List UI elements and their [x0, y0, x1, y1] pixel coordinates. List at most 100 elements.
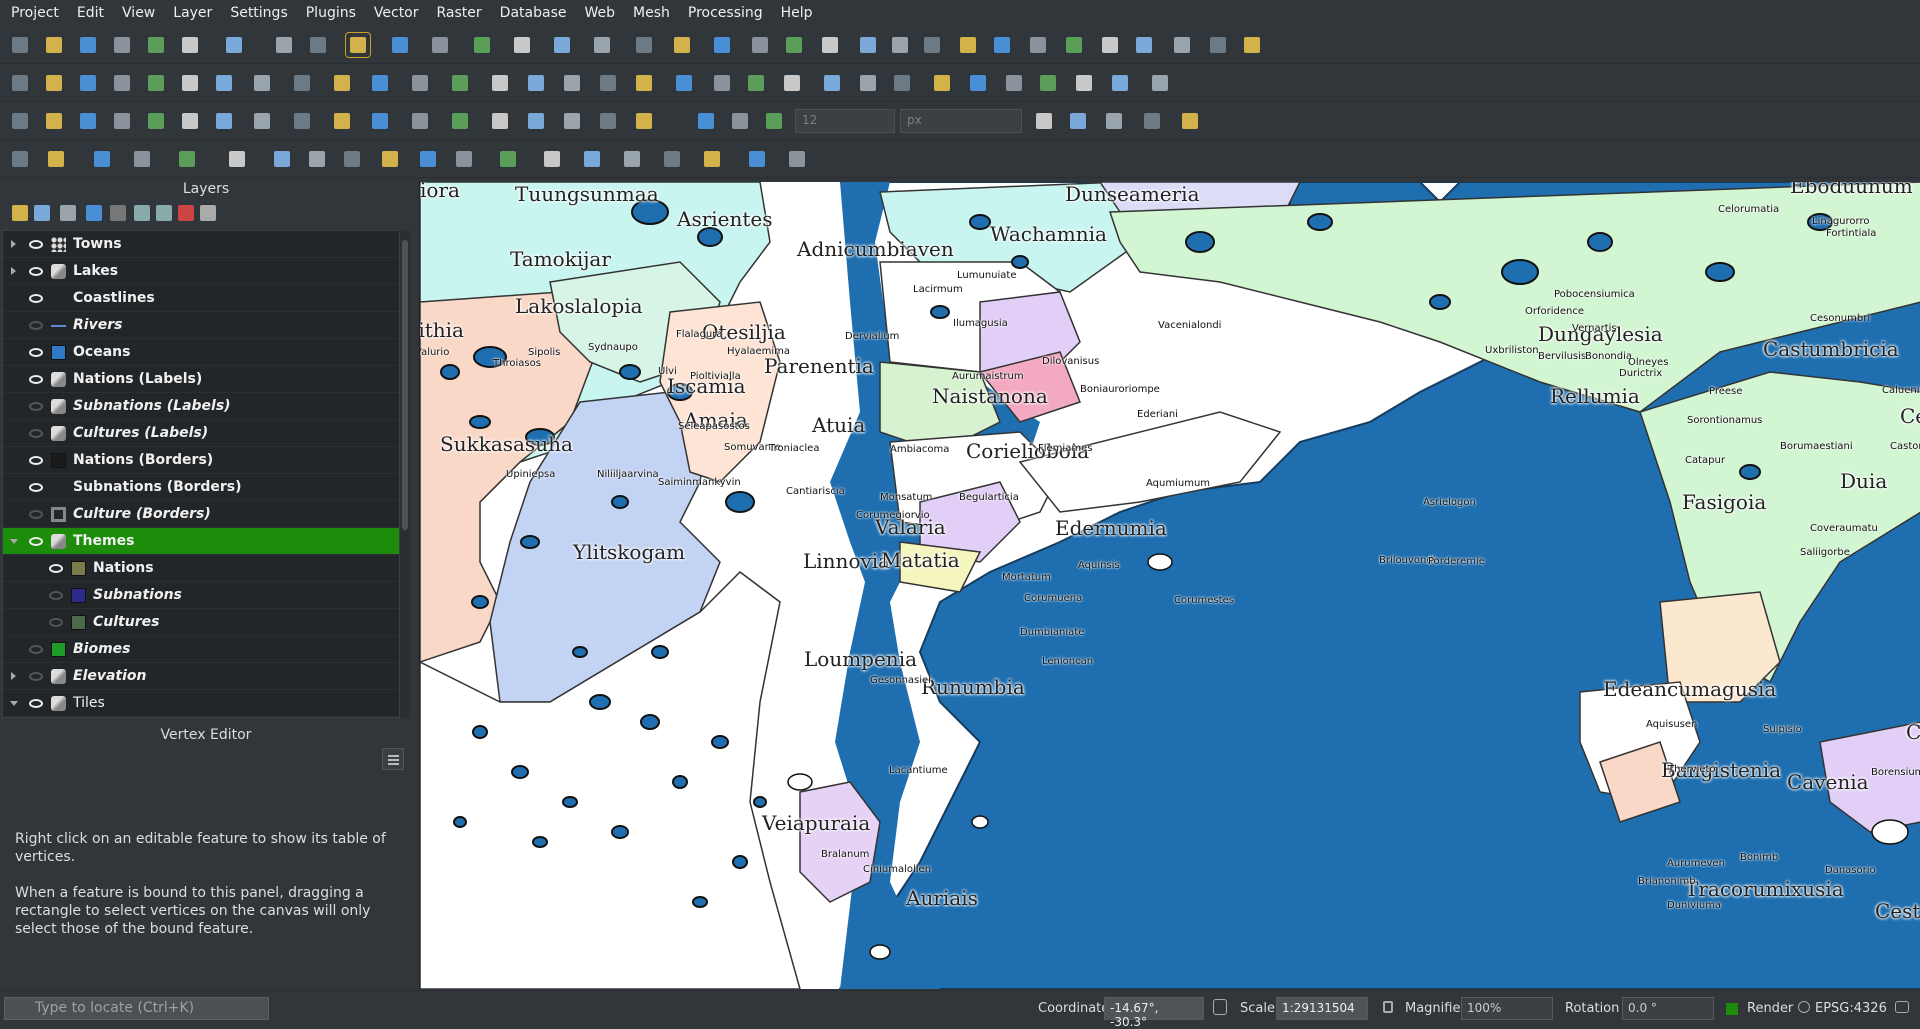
tb4-tool-button-12[interactable] — [496, 147, 520, 171]
tb4-tool-button-1[interactable] — [44, 147, 68, 171]
tb4-tool-button-10[interactable] — [416, 147, 440, 171]
layer-item-lakes[interactable]: Lakes — [3, 258, 399, 285]
tb2-tool-button-6[interactable] — [212, 71, 236, 95]
tb2-tool-button-20[interactable] — [744, 71, 768, 95]
tb1-tool-button-27[interactable] — [1026, 33, 1050, 57]
eye-visible-icon[interactable] — [29, 375, 43, 384]
layer-item-cultures[interactable]: Cultures — [3, 609, 399, 636]
tb4-tool-button-13[interactable] — [540, 147, 564, 171]
tb1-tool-button-32[interactable] — [1206, 33, 1230, 57]
tb3-tool-button-21[interactable] — [1032, 109, 1056, 133]
tb2-tool-button-16[interactable] — [596, 71, 620, 95]
map-canvas[interactable]: Tuungsunmaa Asrientes Dunseameria Eboduunum… — [419, 182, 1920, 989]
layer-item-tiles[interactable]: Tiles — [3, 690, 399, 717]
tb2-tool-button-22[interactable] — [820, 71, 844, 95]
layer-item-subnations-labels[interactable]: Subnations (Labels) — [3, 393, 399, 420]
tb2-tool-button-3[interactable] — [110, 71, 134, 95]
tb2-tool-button-14[interactable] — [524, 71, 548, 95]
layer-item-nations-borders[interactable]: Nations (Borders) — [3, 447, 399, 474]
tb3-tool-button-17[interactable] — [632, 109, 656, 133]
coordinate-field[interactable]: -14.67°, -30.3° — [1104, 997, 1204, 1029]
tb4-tool-button-18[interactable] — [745, 147, 769, 171]
menu-project[interactable]: Project — [2, 0, 68, 26]
tb1-tool-button-2[interactable] — [76, 33, 100, 57]
vertex-editor-menu-button[interactable] — [382, 748, 404, 770]
layer-tree-scrollbar[interactable] — [400, 230, 410, 718]
layer-item-subnations-borders[interactable]: Subnations (Borders) — [3, 474, 399, 501]
tb2-tool-button-27[interactable] — [1002, 71, 1026, 95]
tb1-tool-button-3[interactable] — [110, 33, 134, 57]
tb1-tool-button-26[interactable] — [990, 33, 1014, 57]
tb2-tool-button-2[interactable] — [76, 71, 100, 95]
tb2-tool-button-7[interactable] — [250, 71, 274, 95]
magnifier-spinbox[interactable]: 100% — [1461, 997, 1553, 1020]
tb4-tool-button-17[interactable] — [700, 147, 724, 171]
eye-visible-icon[interactable] — [29, 537, 43, 546]
menu-web[interactable]: Web — [575, 0, 624, 26]
tb2-tool-button-4[interactable] — [144, 71, 168, 95]
tb1-tool-button-16[interactable] — [632, 33, 656, 57]
tb2-tool-button-25[interactable] — [930, 71, 954, 95]
layer-item-coastlines[interactable]: Coastlines — [3, 285, 399, 312]
tb3-tool-button-2[interactable] — [76, 109, 100, 133]
tb1-tool-button-30[interactable] — [1132, 33, 1156, 57]
tb3-tool-button-22[interactable] — [1066, 109, 1090, 133]
tb1-tool-button-23[interactable] — [888, 33, 912, 57]
tb1-tool-button-25[interactable] — [956, 33, 980, 57]
menu-settings[interactable]: Settings — [221, 0, 296, 26]
tb4-tool-button-9[interactable] — [378, 147, 402, 171]
tb4-tool-button-11[interactable] — [452, 147, 476, 171]
tb4-tool-button-2[interactable] — [90, 147, 114, 171]
tb1-tool-button-9[interactable] — [345, 32, 371, 58]
eye-visible-icon[interactable] — [29, 483, 43, 492]
layers-tool-button-7[interactable] — [178, 205, 194, 221]
tb1-tool-button-15[interactable] — [590, 33, 614, 57]
tb1-tool-button-0[interactable] — [8, 33, 32, 57]
tb2-tool-button-19[interactable] — [710, 71, 734, 95]
layer-item-elevation[interactable]: Elevation — [3, 663, 399, 690]
menu-layer[interactable]: Layer — [164, 0, 221, 26]
eye-hidden-icon[interactable] — [49, 618, 63, 627]
layer-item-culture-borders[interactable]: Culture (Borders) — [3, 501, 399, 528]
tb3-tool-button-11[interactable] — [408, 109, 432, 133]
tb3-tool-button-10[interactable] — [368, 109, 392, 133]
tb2-tool-button-5[interactable] — [178, 71, 202, 95]
tb1-tool-button-18[interactable] — [710, 33, 734, 57]
eye-visible-icon[interactable] — [29, 348, 43, 357]
tb3-tool-button-14[interactable] — [524, 109, 548, 133]
tb1-tool-button-28[interactable] — [1062, 33, 1086, 57]
eye-hidden-icon[interactable] — [29, 402, 43, 411]
tb4-tool-button-4[interactable] — [175, 147, 199, 171]
tb3-tool-button-18[interactable] — [694, 109, 718, 133]
layers-tool-button-2[interactable] — [60, 205, 76, 221]
layers-tool-button-4[interactable] — [110, 205, 126, 221]
collapse-arrow-icon[interactable] — [10, 539, 18, 544]
tb2-tool-button-13[interactable] — [488, 71, 512, 95]
locator-search-input[interactable]: Type to locate (Ctrl+K) — [4, 997, 269, 1020]
tb2-tool-button-29[interactable] — [1072, 71, 1096, 95]
tb1-tool-button-11[interactable] — [428, 33, 452, 57]
eye-hidden-icon[interactable] — [49, 591, 63, 600]
layer-item-nations[interactable]: Nations — [3, 555, 399, 582]
tb4-tool-button-7[interactable] — [305, 147, 329, 171]
eye-hidden-icon[interactable] — [29, 429, 43, 438]
tb2-tool-button-15[interactable] — [560, 71, 584, 95]
tb3-tool-button-23[interactable] — [1102, 109, 1126, 133]
layer-item-themes[interactable]: Themes — [3, 528, 399, 555]
tb3-tool-button-8[interactable] — [290, 109, 314, 133]
scale-field[interactable]: 1:29131504 — [1276, 997, 1368, 1020]
tb2-tool-button-1[interactable] — [42, 71, 66, 95]
expand-arrow-icon[interactable] — [11, 672, 16, 680]
messages-icon[interactable] — [1895, 1001, 1909, 1013]
tb2-tool-button-0[interactable] — [8, 71, 32, 95]
tb2-tool-button-28[interactable] — [1036, 71, 1060, 95]
tb1-tool-button-29[interactable] — [1098, 33, 1122, 57]
layers-tool-button-3[interactable] — [86, 205, 102, 221]
layer-item-rivers[interactable]: Rivers — [3, 312, 399, 339]
layer-item-biomes[interactable]: Biomes — [3, 636, 399, 663]
tb2-tool-button-23[interactable] — [856, 71, 880, 95]
tb1-tool-button-20[interactable] — [782, 33, 806, 57]
snap-tolerance-spinbox[interactable]: 12 — [795, 109, 895, 133]
tb3-tool-button-12[interactable] — [448, 109, 472, 133]
tb3-tool-button-15[interactable] — [560, 109, 584, 133]
